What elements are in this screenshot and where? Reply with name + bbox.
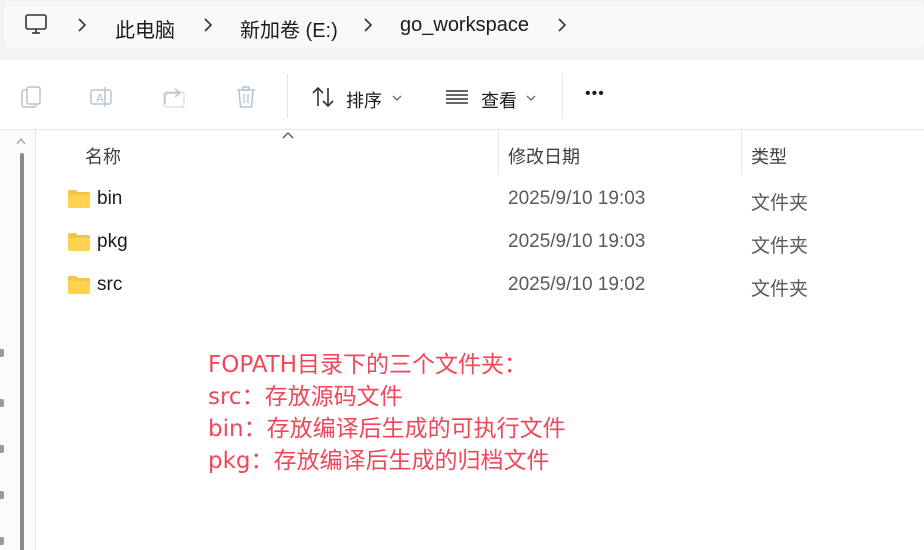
file-type: 文件夹 — [751, 236, 809, 257]
chevron-down-icon — [526, 95, 536, 101]
share-icon[interactable] — [161, 84, 187, 110]
file-name: pkg — [97, 231, 128, 252]
annotation-line: bin：存放编译后生成的可执行文件 — [208, 416, 566, 442]
computer-icon[interactable] — [24, 12, 48, 36]
breadcrumb-volume-e[interactable]: 新加卷 (E:) — [240, 14, 338, 43]
chevron-right-icon[interactable] — [362, 17, 374, 33]
folder-icon — [68, 190, 90, 208]
file-modified-date: 2025/9/10 19:03 — [508, 231, 646, 252]
nav-expand-handle[interactable] — [0, 349, 4, 357]
delete-icon[interactable] — [233, 84, 259, 110]
view-label: 查看 — [481, 91, 517, 111]
command-bar: A 排序 查看 ••• — [0, 60, 924, 130]
column-divider[interactable] — [741, 131, 742, 173]
chevron-right-icon[interactable] — [202, 17, 214, 33]
folder-icon — [68, 233, 90, 251]
nav-expand-handle[interactable] — [0, 491, 4, 499]
column-header-type[interactable]: 类型 — [751, 143, 787, 169]
address-bar: 此电脑 新加卷 (E:) go_workspace — [0, 0, 924, 60]
more-icon[interactable]: ••• — [585, 85, 605, 103]
chevron-down-icon — [392, 95, 402, 101]
column-header-date[interactable]: 修改日期 — [508, 143, 580, 169]
file-type: 文件夹 — [751, 193, 809, 214]
copy-icon[interactable] — [18, 84, 44, 110]
column-header-name[interactable]: 名称 — [85, 143, 121, 169]
navigation-scrollbar[interactable] — [20, 153, 24, 550]
annotation-text: FOPATH目录下的三个文件夹： src：存放源码文件 bin：存放编译后生成的… — [208, 349, 708, 477]
sort-ascending-icon — [282, 132, 294, 139]
navigation-pane — [0, 131, 36, 550]
file-type: 文件夹 — [751, 279, 809, 300]
toolbar-separator — [562, 74, 563, 118]
file-name: src — [97, 274, 123, 295]
file-list: 名称 修改日期 类型 bin 2025/9/10 19:03 文件夹 pkg 2… — [37, 131, 924, 550]
annotation-line: src：存放源码文件 — [208, 384, 403, 410]
file-name: bin — [97, 188, 123, 209]
file-modified-date: 2025/9/10 19:03 — [508, 188, 646, 209]
chevron-right-icon[interactable] — [556, 17, 568, 33]
nav-expand-handle[interactable] — [0, 445, 4, 453]
sort-icon — [312, 86, 334, 108]
annotation-line: FOPATH目录下的三个文件夹： — [208, 352, 528, 378]
breadcrumb-this-pc[interactable]: 此电脑 — [115, 14, 175, 43]
nav-expand-handle[interactable] — [0, 399, 4, 407]
file-modified-date: 2025/9/10 19:02 — [508, 274, 646, 295]
breadcrumb-go-workspace[interactable]: go_workspace — [400, 14, 529, 37]
scroll-up-icon[interactable] — [16, 137, 26, 145]
chevron-right-icon[interactable] — [76, 17, 88, 33]
rename-icon[interactable]: A — [88, 84, 114, 110]
column-divider[interactable] — [498, 131, 499, 173]
svg-text:A: A — [96, 92, 104, 105]
file-row[interactable]: src 2025/9/10 19:02 文件夹 — [37, 264, 924, 307]
annotation-line: pkg：存放编译后生成的归档文件 — [208, 448, 550, 474]
file-row[interactable]: bin 2025/9/10 19:03 文件夹 — [37, 178, 924, 221]
view-icon — [446, 90, 468, 104]
sort-label: 排序 — [346, 91, 382, 111]
toolbar-separator — [287, 74, 288, 118]
folder-icon — [68, 276, 90, 294]
nav-expand-handle[interactable] — [0, 537, 4, 545]
file-row[interactable]: pkg 2025/9/10 19:03 文件夹 — [37, 221, 924, 264]
